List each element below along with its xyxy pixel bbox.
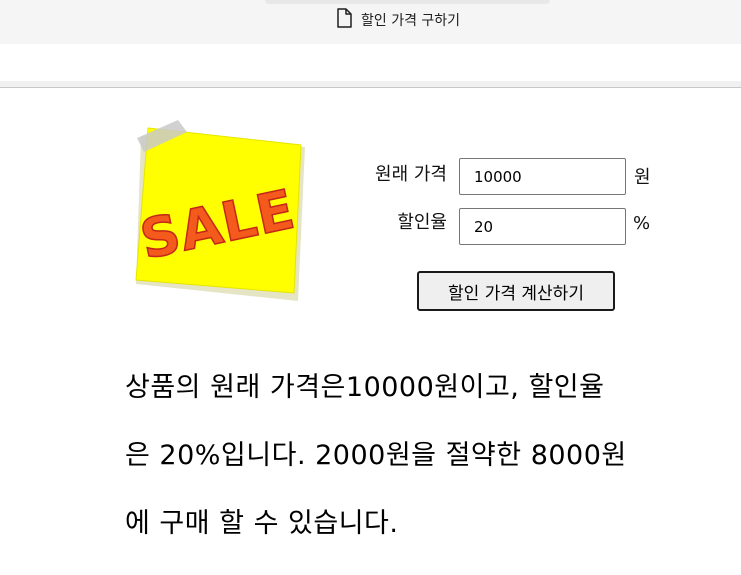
result-line: 상품의 원래 가격은10000원이고, 할인율 [125,372,605,403]
browser-title-bar: 할인 가격 구하기 [0,0,741,44]
sale-sticky-note-icon: SALE [128,116,313,306]
discount-rate-input[interactable] [459,208,626,245]
rate-label: 할인율 [397,212,447,233]
title-bar-shadow [265,0,550,4]
result-line: 에 구매 할 수 있습니다. [125,508,399,539]
result-text: 상품의 원래 가격은10000원이고, 할인율 은 20%입니다. 2000원을… [125,337,685,575]
calculate-button[interactable]: 할인 가격 계산하기 [417,271,615,311]
tab-title-text: 할인 가격 구하기 [361,13,461,29]
rate-unit: % [633,213,651,234]
original-price-input[interactable] [459,158,626,195]
document-icon [336,8,352,32]
price-label: 원래 가격 [375,164,447,185]
tab-title: 할인 가격 구하기 [336,8,461,32]
toolbar-border [0,87,741,88]
browser-toolbar [0,44,741,81]
price-unit: 원 [634,167,651,188]
result-line: 은 20%입니다. 2000원을 절약한 8000원 [125,440,627,471]
